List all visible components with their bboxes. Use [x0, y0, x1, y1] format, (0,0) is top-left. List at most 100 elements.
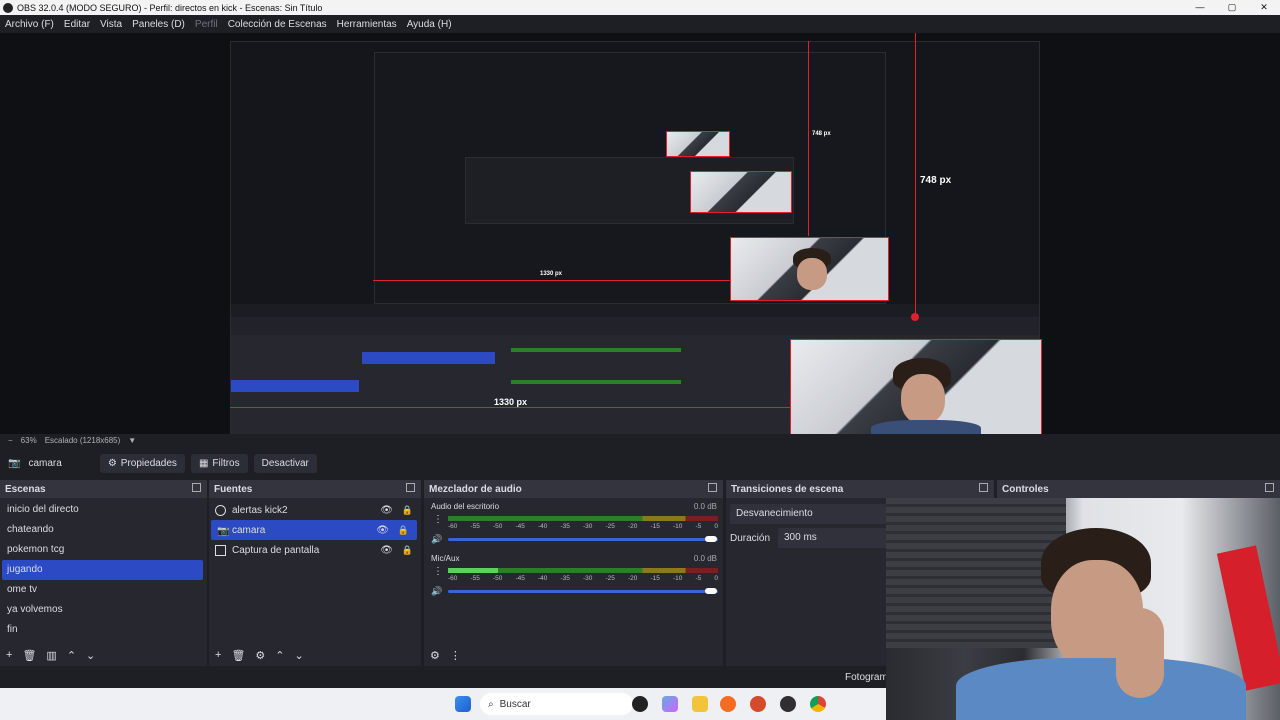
obs-taskbar-icon[interactable]: [780, 696, 796, 712]
source-label: alertas kick2: [232, 504, 288, 516]
scene-item[interactable]: chateando: [0, 520, 207, 540]
menu-paneles[interactable]: Paneles (D): [127, 19, 190, 30]
channel-menu-icon[interactable]: ⋮: [433, 566, 443, 577]
minimize-button[interactable]: —: [1184, 0, 1216, 15]
browser-icon: [215, 504, 226, 516]
mixer-channel: Mic/Aux 0.0 dB ⋮ -60 -55 -50 -45 -40 -35 -30 -2…: [424, 550, 723, 602]
scene-item[interactable]: fin: [0, 620, 207, 640]
search-icon: ⌕: [488, 698, 494, 710]
mixer-settings-icon[interactable]: ⚙: [430, 649, 440, 662]
filters-button[interactable]: ▦ Filtros: [190, 454, 248, 473]
audio-mixer-dock: Mezclador de audio Audio del escritorio …: [424, 480, 723, 666]
source-properties-icon[interactable]: ⚙: [255, 649, 265, 662]
channel-name: Audio del escritorio: [431, 502, 500, 511]
menu-archivo[interactable]: Archivo (F): [0, 19, 59, 30]
mixer-title: Mezclador de audio: [429, 483, 522, 495]
visibility-eye-icon[interactable]: 👁: [376, 525, 389, 536]
filters-label: Filtros: [212, 458, 240, 469]
channel-menu-icon[interactable]: ⋮: [433, 514, 443, 525]
scene-item[interactable]: inicio del directo: [0, 500, 207, 520]
scene-item[interactable]: ya volvemos: [0, 600, 207, 620]
move-up-icon[interactable]: ⌃: [67, 649, 76, 662]
zoom-level: 63%: [20, 436, 37, 445]
chrome-icon[interactable]: [810, 696, 826, 712]
copilot-icon[interactable]: [662, 696, 678, 712]
close-button[interactable]: ✕: [1248, 0, 1280, 15]
speaker-icon[interactable]: 🔊: [431, 586, 442, 597]
add-source-icon[interactable]: +: [215, 649, 221, 661]
move-down-icon[interactable]: ⌄: [295, 649, 304, 662]
nested-horizontal-measure-label: 1330 px: [540, 271, 563, 277]
source-toolbar: 📷 camara ⚙ Propiedades ▦ Filtros Desacti…: [0, 450, 1280, 477]
maximize-button[interactable]: ▢: [1216, 0, 1248, 15]
menu-perfil[interactable]: Perfil: [190, 19, 223, 30]
scene-item-selected[interactable]: jugando: [2, 560, 203, 580]
source-item[interactable]: Captura de pantalla 👁 🔒: [209, 540, 421, 560]
camera-source-preview[interactable]: [790, 339, 1042, 434]
source-label: camara: [232, 524, 266, 536]
scene-filters-icon[interactable]: ▥: [46, 649, 56, 662]
nested-camera-preview: [730, 237, 889, 301]
undock-icon[interactable]: [192, 483, 201, 492]
remove-source-icon[interactable]: 🗑: [231, 649, 245, 662]
brave-icon[interactable]: [750, 696, 766, 712]
webcam-overlay: [886, 498, 1280, 720]
volume-slider[interactable]: [448, 538, 718, 541]
remove-scene-icon[interactable]: 🗑: [22, 649, 36, 662]
undock-icon[interactable]: [979, 483, 988, 492]
scenes-dock: Escenas inicio del directo chateando pok…: [0, 480, 207, 666]
undock-icon[interactable]: [708, 483, 717, 492]
sources-title: Fuentes: [214, 483, 253, 495]
volume-slider[interactable]: [448, 590, 718, 593]
meter-ticks: -60 -55 -50 -45 -40 -35 -30 -25 -20 -15 -10 -5 0: [448, 575, 718, 582]
undock-icon[interactable]: [406, 483, 415, 492]
window-title: OBS 32.0.4 (MODO SEGURO) - Perfil: direc…: [17, 2, 323, 13]
menu-vista[interactable]: Vista: [95, 19, 127, 30]
move-down-icon[interactable]: ⌄: [86, 649, 95, 662]
source-item[interactable]: alertas kick2 👁 🔒: [209, 500, 421, 520]
channel-db: 0.0 dB: [693, 554, 717, 563]
horizontal-measure-label: 1330 px: [494, 397, 528, 407]
scaling-dropdown-icon[interactable]: ▼: [128, 436, 136, 445]
visibility-eye-icon[interactable]: 👁: [380, 505, 393, 516]
folder-icon[interactable]: [692, 696, 708, 712]
menu-herramientas[interactable]: Herramientas: [332, 19, 402, 30]
firefox-icon[interactable]: [720, 696, 736, 712]
filter-icon: ▦: [198, 458, 209, 469]
zoom-out-button[interactable]: −: [8, 436, 13, 445]
nested-camera-preview-3: [666, 131, 730, 157]
properties-button[interactable]: ⚙ Propiedades: [99, 454, 185, 473]
monitor-icon: [215, 544, 226, 556]
taskbar-search[interactable]: ⌕ Buscar: [480, 693, 633, 715]
move-up-icon[interactable]: ⌃: [275, 649, 284, 662]
app-icon[interactable]: [632, 696, 648, 712]
lock-icon[interactable]: 🔒: [402, 545, 413, 556]
windows-start-icon[interactable]: [455, 696, 471, 712]
deactivate-button[interactable]: Desactivar: [253, 454, 317, 473]
preview-zoom-bar: − 63% Escalado (1218x685) ▼: [0, 434, 1280, 447]
undock-icon[interactable]: [1265, 483, 1274, 492]
menu-bar: Archivo (F) Editar Vista Paneles (D) Per…: [0, 15, 1280, 33]
menu-editar[interactable]: Editar: [59, 19, 95, 30]
channel-db: 0.0 dB: [693, 502, 717, 511]
source-item-selected[interactable]: 📷 camara 👁 🔒: [211, 520, 417, 540]
channel-name: Mic/Aux: [431, 554, 460, 563]
lock-icon[interactable]: 🔒: [398, 525, 409, 536]
menu-ayuda[interactable]: Ayuda (H): [402, 19, 457, 30]
source-label: Captura de pantalla: [232, 544, 320, 556]
volume-knob[interactable]: [705, 536, 717, 542]
add-scene-icon[interactable]: +: [6, 649, 12, 661]
scene-item[interactable]: ome tv: [0, 580, 207, 600]
properties-label: Propiedades: [120, 458, 177, 469]
visibility-eye-icon[interactable]: 👁: [380, 545, 393, 556]
preview-canvas[interactable]: 748 px 748 px 1330 px 1330 px: [0, 33, 1280, 434]
scene-item[interactable]: pokemon tcg: [0, 540, 207, 560]
fps-label: Fotogram: [845, 672, 888, 683]
mixer-menu-icon[interactable]: ⋮: [450, 649, 461, 662]
selected-source-name: camara: [28, 458, 62, 469]
lock-icon[interactable]: 🔒: [402, 505, 413, 516]
menu-coleccion[interactable]: Colección de Escenas: [223, 19, 332, 30]
title-bar: OBS 32.0.4 (MODO SEGURO) - Perfil: direc…: [0, 0, 1280, 15]
volume-knob[interactable]: [705, 588, 717, 594]
speaker-icon[interactable]: 🔊: [431, 534, 442, 545]
